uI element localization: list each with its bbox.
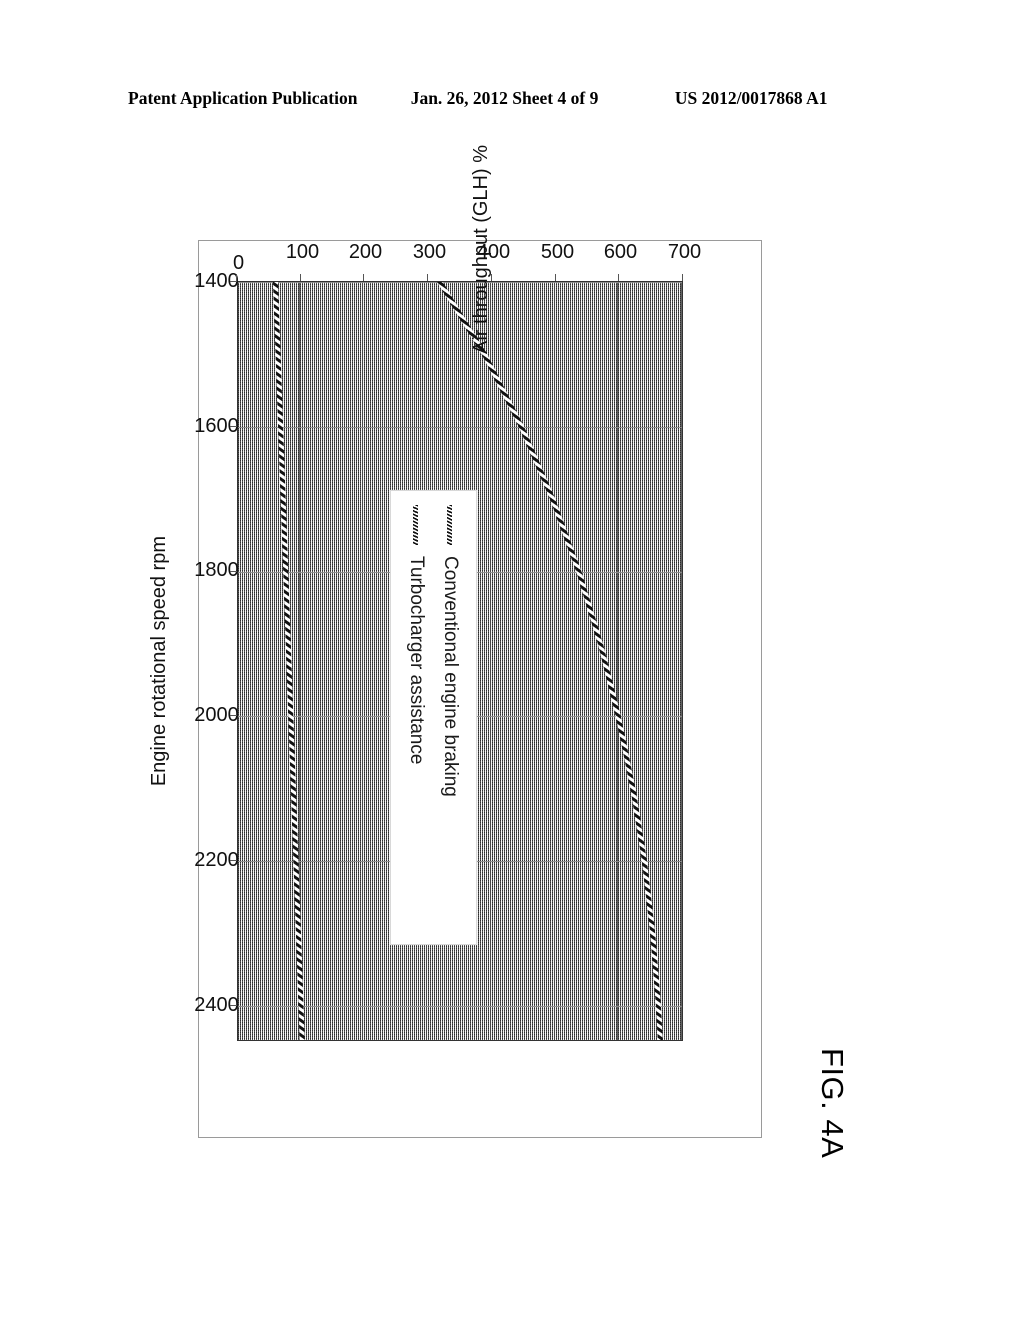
- y-tick-label: 200: [349, 203, 382, 269]
- x-tick-label: 1400: [194, 236, 239, 326]
- legend-item-turbocharger: Turbocharger assistance: [399, 505, 433, 944]
- y-tick-text: 500: [540, 240, 574, 263]
- patent-number-label: US 2012/0017868 A1: [674, 88, 828, 108]
- y-tick-mark: [236, 274, 237, 281]
- y-tick-text: 700: [667, 240, 702, 263]
- y-tick-mark: [427, 274, 429, 281]
- legend-label-turbocharger: Turbocharger assistance: [406, 556, 427, 765]
- chart-legend: Conventional engine braking Turbocharger…: [390, 490, 477, 945]
- x-tick-label: 1800: [194, 526, 239, 616]
- figure-caption: FIG. 4A: [766, 1042, 896, 1192]
- date-sheet-label: Jan. 26, 2012 Sheet 4 of 9: [410, 88, 599, 108]
- y-tick-label: 100: [286, 203, 319, 269]
- x-tick-mark: [230, 281, 237, 282]
- x-tick-label: 1600: [194, 381, 239, 471]
- series-line-1: [273, 282, 305, 1041]
- y-tick-mark: [682, 274, 683, 281]
- x-tick-mark: [230, 1004, 237, 1006]
- legend-swatch-icon: [447, 505, 453, 545]
- x-tick-mark: [230, 425, 237, 427]
- figure-caption-text: FIG. 4A: [815, 1048, 850, 1159]
- legend-item-conventional: Conventional engine braking: [433, 505, 467, 944]
- x-tick-label: 2000: [194, 670, 239, 760]
- x-axis-title-text: Engine rotational speed rpm: [148, 535, 170, 787]
- y-tick-mark: [299, 274, 301, 281]
- y-tick-text: 300: [412, 240, 447, 263]
- y-tick-mark: [554, 274, 556, 281]
- y-tick-label: 700: [668, 203, 701, 269]
- y-tick-label: 0: [227, 203, 250, 274]
- x-tick-mark: [230, 715, 237, 717]
- y-tick-mark: [363, 274, 365, 281]
- x-tick-mark: [230, 570, 237, 572]
- y-axis-title-text: Air throughput (GLH) %: [470, 144, 492, 354]
- patent-header: Patent Application Publication Jan. 26, …: [128, 88, 888, 114]
- y-tick-text: 100: [285, 240, 319, 263]
- chart-rotated-container: Conventional engine braking Turbocharger…: [148, 145, 701, 1041]
- legend-swatch-icon: [413, 505, 419, 545]
- y-tick-mark: [618, 274, 620, 281]
- y-tick-label: 500: [540, 203, 573, 269]
- y-tick-text: 600: [604, 240, 638, 263]
- y-axis-title: Air throughput (GLH) %: [470, 99, 493, 399]
- legend-label-conventional: Conventional engine braking: [440, 556, 461, 797]
- y-tick-text: 200: [349, 240, 383, 263]
- y-tick-label: 600: [604, 203, 637, 269]
- y-tick-label: 300: [413, 203, 446, 269]
- publication-label: Patent Application Publication: [128, 88, 358, 108]
- x-tick-label: 2200: [194, 815, 239, 905]
- x-axis-title: Engine rotational speed rpm: [148, 281, 171, 1041]
- y-tick-text: 0: [232, 251, 245, 274]
- x-tick-label: 2400: [194, 960, 239, 1050]
- x-tick-mark: [230, 860, 237, 862]
